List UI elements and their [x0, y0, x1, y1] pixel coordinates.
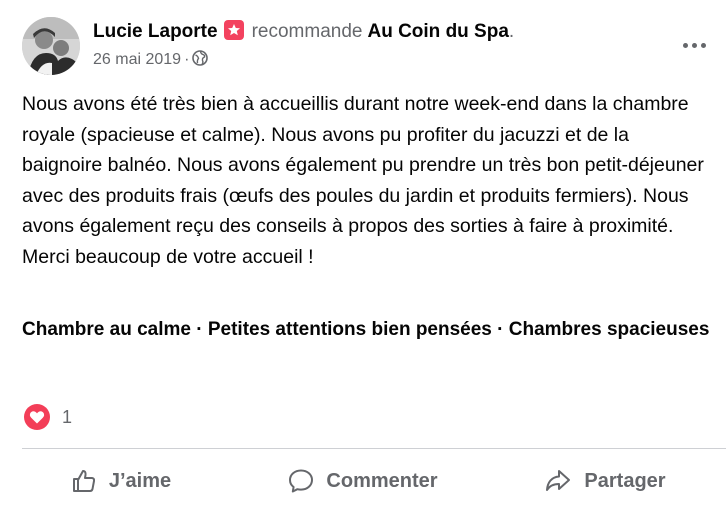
- reactions-summary[interactable]: 1: [24, 403, 72, 431]
- share-icon: [546, 470, 571, 491]
- author-avatar[interactable]: [22, 17, 80, 75]
- reaction-count: 1: [62, 406, 73, 427]
- comment-icon: [289, 469, 314, 493]
- author-name[interactable]: Lucie Laporte: [93, 21, 218, 42]
- page-name-link[interactable]: Au Coin du Spa: [367, 21, 508, 42]
- like-label: J’aime: [108, 469, 172, 492]
- post-meta: 26 mai 2019 ·: [93, 50, 209, 72]
- share-button[interactable]: Partager: [484, 458, 726, 504]
- page-suffix: .: [508, 21, 515, 42]
- share-label: Partager: [584, 469, 666, 492]
- meta-separator: ·: [184, 51, 190, 68]
- author-line: Lucie Laporte recommande Au Coin du Spa.: [93, 20, 514, 44]
- star-badge-icon: [223, 20, 244, 40]
- recommend-text: recommande: [251, 21, 363, 42]
- comment-label: Commenter: [326, 469, 438, 492]
- actions-divider: [22, 448, 726, 449]
- post-date[interactable]: 26 mai 2019: [93, 51, 181, 68]
- review-text: Nous avons été très bien à accueillis du…: [22, 93, 704, 268]
- like-button[interactable]: J’aime: [0, 458, 242, 504]
- more-options-icon[interactable]: [676, 27, 712, 63]
- comment-button[interactable]: Commenter: [242, 458, 484, 504]
- post-actions: J’aime Commenter Partager: [0, 458, 726, 504]
- globe-icon: [192, 50, 209, 72]
- review-tags: Chambre au calme · Petites attentions bi…: [22, 319, 710, 340]
- post-header: Lucie Laporte recommande Au Coin du Spa. 2…: [22, 17, 712, 79]
- thumbs-up-icon: [72, 470, 95, 492]
- love-reaction-icon: [24, 404, 50, 430]
